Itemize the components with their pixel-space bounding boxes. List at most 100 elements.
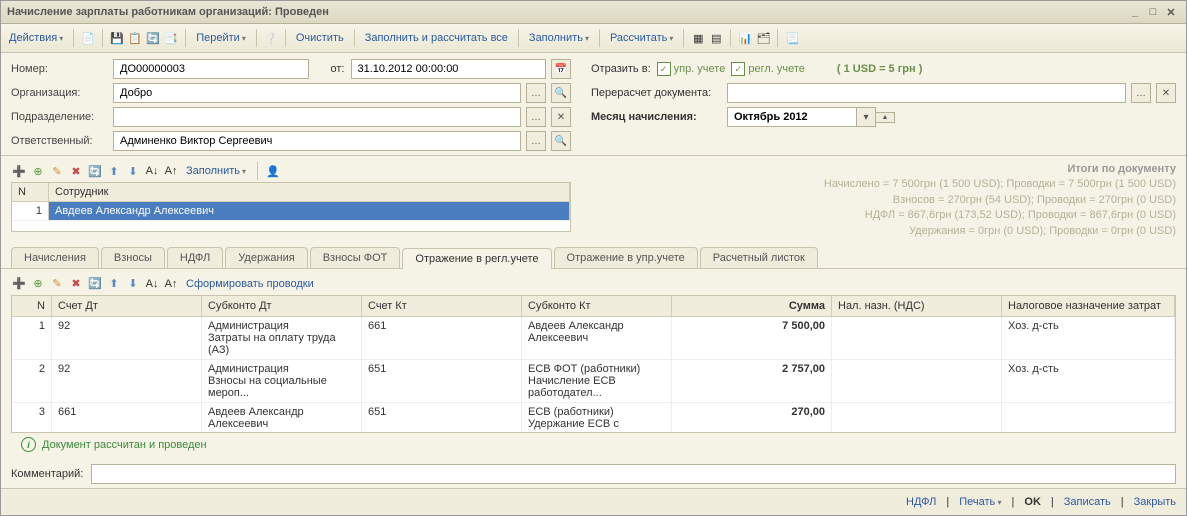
edit-icon[interactable]: ✎ (49, 163, 65, 179)
totals-line: НДФЛ = 867,6грн (173,52 USD); Проводки =… (581, 208, 1176, 223)
employee-grid[interactable]: N Сотрудник 1Авдеев Александр Алексеевич (11, 182, 571, 232)
save-button[interactable]: Записать (1064, 496, 1111, 508)
col-header[interactable]: Сумма (672, 296, 832, 316)
ent-refresh-icon[interactable]: 🔄 (87, 276, 103, 292)
resp-input[interactable] (113, 131, 521, 151)
ent-down-icon[interactable]: ⬇ (125, 276, 141, 292)
fill-menu[interactable]: Заполнить (525, 30, 593, 46)
emp-col-emp: Сотрудник (49, 183, 570, 201)
repost-icon[interactable]: 🔄 (145, 30, 161, 46)
org-select-icon[interactable]: … (526, 83, 546, 103)
ent-edit-icon[interactable]: ✎ (49, 276, 65, 292)
org-input[interactable] (113, 83, 521, 103)
up-icon[interactable]: ⬆ (106, 163, 122, 179)
tab-5[interactable]: Отражение в регл.учете (402, 248, 551, 269)
month-up-icon[interactable]: ▲ (875, 112, 895, 123)
emp-row[interactable]: 1Авдеев Александр Алексеевич (12, 202, 570, 221)
ent-add-icon[interactable]: ➕ (11, 276, 27, 292)
month-dropdown-icon[interactable]: ▾ (856, 107, 876, 127)
entries-grid[interactable]: NСчет ДтСубконто ДтСчет КтСубконто КтСум… (11, 295, 1176, 433)
add-icon[interactable]: ➕ (11, 163, 27, 179)
tool-icon-4[interactable]: 🗂 (755, 30, 771, 46)
clear-button[interactable]: Очистить (292, 30, 348, 46)
tab-4[interactable]: Взносы ФОТ (310, 247, 401, 268)
person-icon[interactable]: 👤 (265, 163, 281, 179)
comment-row: Комментарий: (1, 460, 1186, 488)
date-input[interactable] (351, 59, 547, 79)
col-header[interactable]: Субконто Дт (202, 296, 362, 316)
ent-addcopy-icon[interactable]: ⊕ (30, 276, 46, 292)
minimize-icon[interactable]: _ (1126, 6, 1144, 18)
tab-2[interactable]: НДФЛ (167, 247, 223, 268)
totals-panel: Итоги по документу Начислено = 7 500грн … (581, 160, 1176, 239)
form-entries-button[interactable]: Сформировать проводки (182, 276, 318, 292)
basedon-icon[interactable]: 📑 (163, 30, 179, 46)
window-title: Начисление зарплаты работникам организац… (7, 6, 329, 18)
actions-menu[interactable]: Действия (5, 30, 67, 46)
col-header[interactable]: N (12, 296, 52, 316)
table-row[interactable]: 292АдминистрацияВзносы на социальные мер… (12, 360, 1175, 403)
col-header[interactable]: Налоговое назначение затрат (1002, 296, 1175, 316)
entries-toolbar: ➕ ⊕ ✎ ✖ 🔄 ⬆ ⬇ A↓ A↑ Сформировать проводк… (11, 273, 1176, 295)
ok-button[interactable]: OK (1024, 496, 1041, 508)
resp-open-icon[interactable]: 🔍 (551, 131, 571, 151)
ent-delete-icon[interactable]: ✖ (68, 276, 84, 292)
titlebar: Начисление зарплаты работникам организац… (1, 1, 1186, 24)
fill-calc-all-button[interactable]: Заполнить и рассчитать все (361, 30, 512, 46)
table-row[interactable]: 192АдминистрацияЗатраты на оплату труда … (12, 317, 1175, 360)
add-copy-icon[interactable]: ⊕ (30, 163, 46, 179)
new-icon[interactable]: 📄 (80, 30, 96, 46)
tab-7[interactable]: Расчетный листок (700, 247, 818, 268)
save-icon[interactable]: 💾 (109, 30, 125, 46)
tool-icon-5[interactable]: 📃 (784, 30, 800, 46)
post-icon[interactable]: 📋 (127, 30, 143, 46)
ent-up-icon[interactable]: ⬆ (106, 276, 122, 292)
col-header[interactable]: Счет Кт (362, 296, 522, 316)
dept-select-icon[interactable]: … (526, 107, 546, 127)
help-icon[interactable]: ❔ (263, 30, 279, 46)
maximize-icon[interactable]: □ (1144, 6, 1162, 18)
ndfl-button[interactable]: НДФЛ (906, 496, 936, 508)
close-icon[interactable]: ✕ (1162, 6, 1180, 19)
number-label: Номер: (11, 63, 107, 75)
calendar-icon[interactable]: 📅 (551, 59, 571, 79)
tab-3[interactable]: Удержания (225, 247, 307, 268)
print-button[interactable]: Печать (959, 496, 1001, 508)
col-header[interactable]: Субконто Кт (522, 296, 672, 316)
col-header[interactable]: Нал. назн. (НДС) (832, 296, 1002, 316)
status-text: Документ рассчитан и проведен (42, 439, 207, 451)
calc-menu[interactable]: Рассчитать (606, 30, 677, 46)
number-input[interactable] (113, 59, 309, 79)
resp-select-icon[interactable]: … (526, 131, 546, 151)
sort-desc-icon[interactable]: A↑ (163, 163, 179, 179)
dept-input[interactable] (113, 107, 521, 127)
ent-sortasc-icon[interactable]: A↓ (144, 276, 160, 292)
recalc-input[interactable] (727, 83, 1126, 103)
org-open-icon[interactable]: 🔍 (551, 83, 571, 103)
tab-1[interactable]: Взносы (101, 247, 165, 268)
close-button[interactable]: Закрыть (1134, 496, 1176, 508)
comment-input[interactable] (91, 464, 1176, 484)
delete-icon[interactable]: ✖ (68, 163, 84, 179)
goto-menu[interactable]: Перейти (192, 30, 250, 46)
sort-asc-icon[interactable]: A↓ (144, 163, 160, 179)
table-row[interactable]: 3661Авдеев Александр Алексеевич651ЕСВ (р… (12, 403, 1175, 432)
tab-0[interactable]: Начисления (11, 247, 99, 268)
recalc-clear-icon[interactable]: ✕ (1156, 83, 1176, 103)
ent-sortdesc-icon[interactable]: A↑ (163, 276, 179, 292)
down-icon[interactable]: ⬇ (125, 163, 141, 179)
month-input[interactable] (727, 107, 857, 127)
chk-regl[interactable]: ✓регл. учете (731, 62, 805, 76)
chk-upr[interactable]: ✓упр. учете (657, 62, 726, 76)
tab-6[interactable]: Отражение в упр.учете (554, 247, 698, 268)
tool-icon-2[interactable]: ▤ (708, 30, 724, 46)
col-header[interactable]: Счет Дт (52, 296, 202, 316)
totals-line: Удержания = 0грн (0 USD); Проводки = 0гр… (581, 224, 1176, 239)
totals-line: Взносов = 270грн (54 USD); Проводки = 27… (581, 193, 1176, 208)
emp-fill-menu[interactable]: Заполнить (182, 163, 250, 179)
dept-clear-icon[interactable]: ✕ (551, 107, 571, 127)
tool-icon-3[interactable]: 📊 (737, 30, 753, 46)
recalc-select-icon[interactable]: … (1131, 83, 1151, 103)
refresh-icon[interactable]: 🔄 (87, 163, 103, 179)
tool-icon-1[interactable]: ▦ (690, 30, 706, 46)
